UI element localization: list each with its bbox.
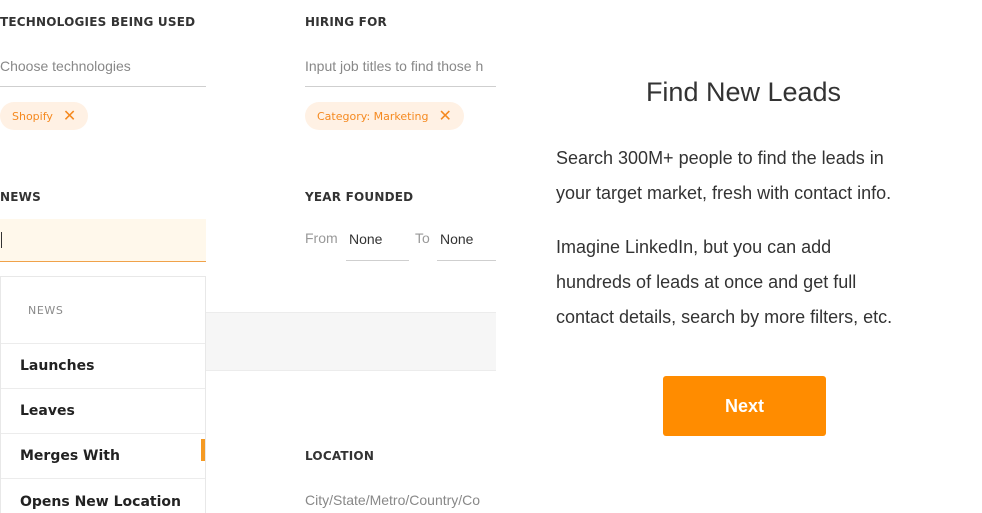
hiring-input-underline: [305, 86, 496, 87]
panel-paragraph-2: Imagine LinkedIn, but you can add hundre…: [556, 230, 976, 335]
year-founded-label: YEAR FOUNDED: [305, 190, 414, 204]
dropdown-scrollbar[interactable]: [201, 439, 205, 461]
news-dropdown: NEWS Launches Leaves Merges With Opens N…: [0, 276, 206, 513]
remove-chip-icon[interactable]: ✕: [438, 108, 451, 124]
chip-label: Category: Marketing: [317, 109, 429, 123]
panel-text-line: Imagine LinkedIn, but you can add: [556, 237, 832, 257]
panel-text-line: your target market, fresh with contact i…: [556, 183, 892, 203]
year-from-label: From: [305, 230, 338, 246]
dropdown-item-label: Opens New Location: [20, 494, 181, 510]
text-caret: [1, 232, 2, 248]
chip-label: Shopify: [12, 109, 53, 123]
panel-text-line: contact details, search by more filters,…: [556, 307, 893, 327]
news-dropdown-header: NEWS: [28, 304, 64, 317]
next-button-label: Next: [724, 395, 764, 416]
dropdown-item-leaves[interactable]: Leaves: [1, 388, 205, 433]
dropdown-item-label: Leaves: [20, 403, 75, 419]
technologies-label: TECHNOLOGIES BEING USED: [0, 15, 196, 29]
year-to-underline: [437, 260, 496, 261]
hiring-input[interactable]: Input job titles to find those h: [305, 58, 495, 74]
dropdown-item-launches[interactable]: Launches: [1, 343, 205, 388]
dropdown-item-label: Merges With: [20, 448, 120, 464]
next-button[interactable]: Next: [663, 376, 826, 436]
filter-row-band: [206, 312, 496, 371]
year-to-input[interactable]: None: [440, 231, 473, 247]
hiring-chip-marketing: Category: Marketing ✕: [305, 102, 464, 130]
dropdown-item-merges-with[interactable]: Merges With: [1, 433, 205, 478]
news-input[interactable]: [0, 219, 206, 262]
panel-text-line: hundreds of leads at once and get full: [556, 272, 857, 292]
dropdown-item-label: Launches: [20, 358, 95, 374]
dropdown-item-opens-new-location[interactable]: Opens New Location: [1, 478, 205, 513]
remove-chip-icon[interactable]: ✕: [63, 108, 76, 124]
technologies-input-underline: [0, 86, 206, 87]
panel-text-line: Search 300M+ people to find the leads in: [556, 148, 884, 168]
technologies-input[interactable]: Choose technologies: [0, 58, 206, 74]
year-to-label: To: [415, 230, 430, 246]
panel-title: Find New Leads: [645, 77, 842, 107]
news-label: NEWS: [0, 190, 41, 204]
panel-paragraph-1: Search 300M+ people to find the leads in…: [556, 141, 976, 211]
technology-chip-shopify: Shopify ✕: [0, 102, 89, 130]
year-from-underline: [346, 260, 409, 261]
hiring-label: HIRING FOR: [305, 15, 387, 29]
location-label: LOCATION: [305, 449, 375, 463]
year-from-input[interactable]: None: [349, 231, 382, 247]
location-input[interactable]: City/State/Metro/Country/Co: [305, 492, 495, 508]
